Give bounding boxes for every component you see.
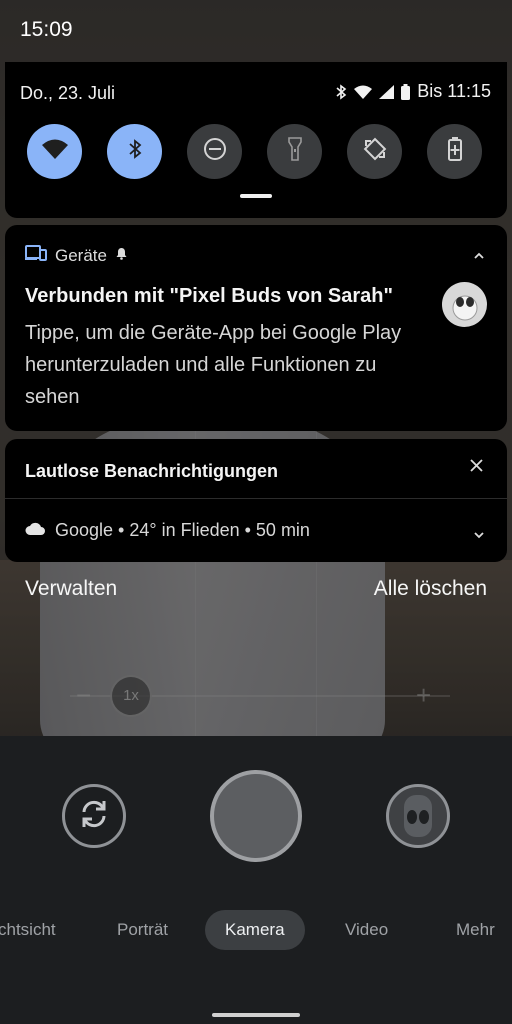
home-indicator[interactable] (212, 1013, 300, 1017)
shutter-button[interactable] (210, 770, 302, 862)
camera-mode-selector: chtsicht Porträt Kamera Video Mehr (0, 910, 512, 950)
do-not-disturb-tile[interactable] (187, 124, 242, 179)
wifi-tile[interactable] (27, 124, 82, 179)
devices-notification-title: Verbunden mit "Pixel Buds von Sarah" (25, 285, 393, 307)
collapse-chevron-icon[interactable] (473, 247, 485, 265)
silent-section-header: Lautlose Benachrichtigungen (25, 461, 279, 481)
camera-controls: chtsicht Porträt Kamera Video Mehr (0, 736, 512, 1024)
gallery-thumbnail[interactable] (386, 784, 450, 848)
bluetooth-status-icon (335, 83, 347, 100)
wifi-status-icon (354, 85, 373, 99)
pixel-buds-avatar (442, 282, 487, 327)
weather-text: Google • 24° in Flieden • 50 min (55, 520, 310, 540)
status-time: 15:09 (20, 18, 73, 41)
bluetooth-icon (127, 138, 143, 165)
wifi-icon (41, 139, 68, 164)
qs-drag-handle[interactable] (240, 194, 272, 198)
battery-text: Bis 11:15 (417, 81, 491, 101)
weather-notification[interactable]: Google • 24° in Flieden • 50 min (25, 520, 310, 541)
do-not-disturb-icon (203, 137, 227, 166)
mode-camera[interactable]: Kamera (205, 910, 305, 950)
signal-icon (379, 84, 395, 99)
battery-saver-tile[interactable] (427, 124, 482, 179)
auto-rotate-tile[interactable] (347, 124, 402, 179)
expand-chevron-icon[interactable] (473, 526, 485, 544)
battery-icon (401, 83, 411, 100)
close-icon[interactable] (470, 459, 483, 477)
manage-button[interactable]: Verwalten (25, 577, 117, 601)
clear-all-button[interactable]: Alle löschen (374, 577, 487, 601)
cloud-icon (25, 522, 45, 540)
auto-rotate-icon (363, 137, 387, 166)
bluetooth-tile[interactable] (107, 124, 162, 179)
quick-settings-panel: Do., 23. Juli Bis 11:15 (5, 62, 507, 218)
switch-camera-button[interactable] (62, 784, 126, 848)
switch-camera-icon (76, 796, 112, 837)
devices-notification-body: Tippe, um die Geräte-App bei Google Play… (25, 322, 402, 408)
silent-notifications-section: Lautlose Benachrichtigungen Google • 24°… (5, 439, 507, 562)
devices-app-name: Geräte (55, 245, 107, 265)
mode-more[interactable]: Mehr (456, 920, 495, 940)
mode-portrait[interactable]: Porträt (117, 920, 168, 940)
qs-status-icons: Bis 11:15 (335, 81, 491, 102)
devices-app-icon (25, 245, 47, 266)
flashlight-icon (287, 137, 302, 166)
qs-date: Do., 23. Juli (20, 83, 116, 103)
flashlight-tile[interactable] (267, 124, 322, 179)
battery-saver-icon (447, 137, 462, 166)
divider (5, 498, 507, 499)
alert-bell-icon (115, 247, 128, 265)
mode-night-sight[interactable]: chtsicht (0, 920, 56, 940)
mode-video[interactable]: Video (345, 920, 388, 940)
devices-notification[interactable]: Geräte Verbunden mit "Pixel Buds von Sar… (5, 225, 507, 431)
